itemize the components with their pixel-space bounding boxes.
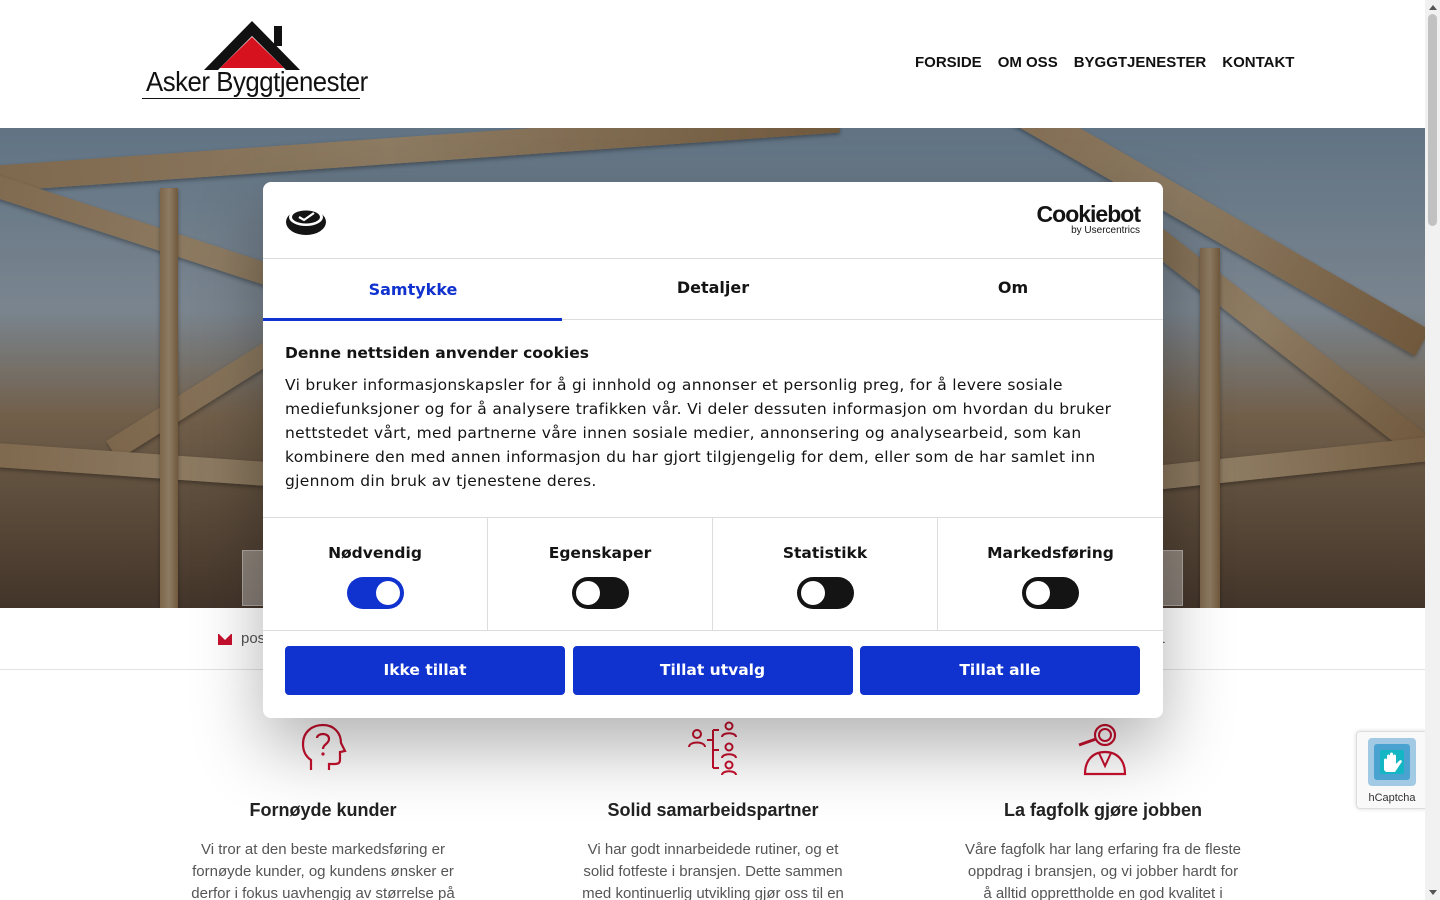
dialog-buttons: Ikke tillat Tillat utvalg Tillat alle — [285, 646, 1140, 695]
scroll-down-arrow-icon[interactable] — [1429, 890, 1437, 895]
deny-button[interactable]: Ikke tillat — [285, 646, 565, 695]
cookiebot-brand[interactable]: Cookiebot by Usercentrics — [1036, 201, 1141, 236]
tab-om[interactable]: Om — [863, 259, 1163, 320]
category-nodvendig: Nødvendig — [263, 518, 488, 630]
scroll-thumb[interactable] — [1428, 14, 1437, 226]
category-egenskaper: Egenskaper — [488, 518, 713, 630]
consent-categories: Nødvendig Egenskaper Statistikk Markedsf… — [263, 517, 1163, 631]
category-label: Statistikk — [782, 544, 868, 562]
dialog-body: Denne nettsiden anvender cookies Vi bruk… — [285, 344, 1135, 493]
cookie-consent-dialog: Cookiebot by Usercentrics Samtykke Detal… — [263, 182, 1163, 718]
toggle-markedsforing[interactable] — [1022, 577, 1079, 609]
allow-all-button[interactable]: Tillat alle — [860, 646, 1140, 695]
page-scrollbar[interactable] — [1425, 0, 1440, 900]
toggle-nodvendig[interactable] — [346, 577, 404, 609]
scroll-up-arrow-icon[interactable] — [1429, 5, 1437, 10]
cookiebot-name: Cookiebot — [1036, 201, 1141, 227]
dialog-text: Vi bruker informasjonskapsler for å gi i… — [285, 376, 1112, 490]
allow-selection-button[interactable]: Tillat utvalg — [572, 646, 853, 695]
toggle-egenskaper[interactable] — [571, 577, 629, 609]
category-label: Egenskaper — [548, 544, 652, 562]
cookiebot-emblem-icon — [286, 208, 326, 235]
category-markedsforing: Markedsføring — [938, 518, 1163, 630]
category-label: Markedsføring — [987, 544, 1114, 562]
category-statistikk: Statistikk — [713, 518, 938, 630]
tab-detaljer[interactable]: Detaljer — [563, 259, 863, 320]
dialog-tabs: Samtykke Detaljer Om — [263, 259, 1163, 321]
dialog-heading: Denne nettsiden anvender cookies — [285, 344, 589, 362]
tab-samtykke[interactable]: Samtykke — [263, 259, 563, 321]
dialog-header: Cookiebot by Usercentrics — [263, 182, 1163, 259]
toggle-statistikk[interactable] — [796, 577, 854, 609]
category-label: Nødvendig — [328, 544, 422, 562]
